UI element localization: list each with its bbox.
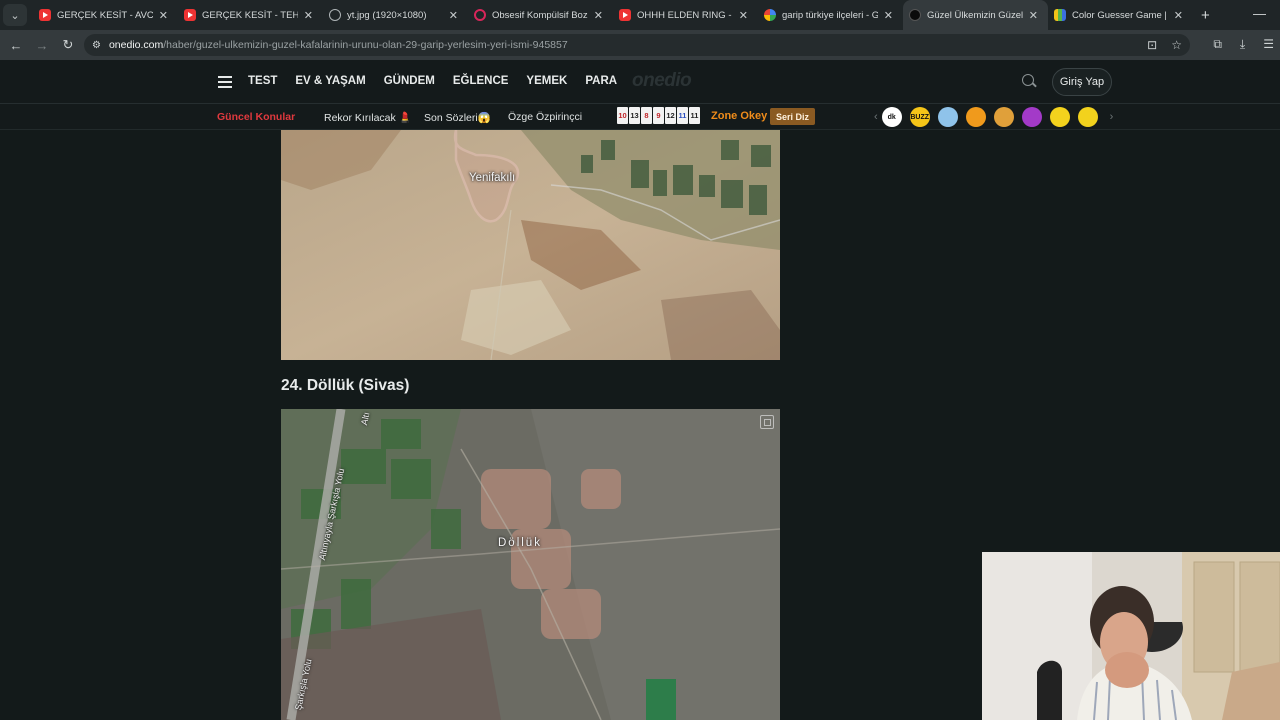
close-icon[interactable]: ✕ — [159, 9, 168, 22]
tab-title: yt.jpg (1920×1080) — [347, 9, 427, 21]
browser-tab-active[interactable]: Güzel Ülkemizin Güzel Ka ✕ — [903, 0, 1048, 30]
bookmark-star-icon[interactable]: ☆ — [1171, 38, 1182, 52]
site-header: TEST EV & YAŞAM GÜNDEM EĞLENCE YEMEK PAR… — [0, 60, 1280, 104]
close-icon[interactable]: ✕ — [739, 9, 748, 22]
badge-icon[interactable] — [937, 107, 958, 127]
nav-item-test[interactable]: TEST — [248, 75, 277, 87]
okey-tile: 9 — [653, 107, 664, 124]
menu-icon[interactable]: ☰ — [1263, 37, 1274, 52]
main-nav: TEST EV & YAŞAM GÜNDEM EĞLENCE YEMEK PAR… — [248, 75, 635, 87]
install-app-icon[interactable]: ⊡ — [1147, 38, 1157, 52]
close-icon[interactable]: ✕ — [1174, 9, 1183, 22]
globe-icon — [329, 9, 341, 21]
badge-icon[interactable] — [1021, 107, 1042, 127]
satellite-map-graphic — [281, 409, 780, 720]
okey-tile: 10 — [617, 107, 628, 124]
nav-item-gundem[interactable]: GÜNDEM — [384, 75, 435, 87]
browser-tab[interactable]: garip türkiye ilçeleri - Goo ✕ — [758, 1, 903, 29]
forward-icon[interactable]: → — [30, 38, 54, 53]
tab-strip: ⌄ GERÇEK KESİT - AVCI - You ✕ GERÇEK KESİ… — [0, 0, 1280, 30]
browser-tab[interactable]: GERÇEK KESİT - TEHLİKELİ ✕ — [178, 1, 323, 29]
okey-tile: 12 — [665, 107, 676, 124]
close-icon[interactable]: ✕ — [884, 9, 893, 22]
tab-title: Güzel Ülkemizin Güzel Ka — [927, 9, 1023, 21]
search-icon[interactable] — [1022, 74, 1034, 86]
badge-icon[interactable] — [1077, 107, 1098, 127]
login-button[interactable]: Giriş Yap — [1052, 68, 1112, 96]
topic-current[interactable]: Güncel Konular — [217, 111, 295, 123]
topic-item[interactable]: Rekor Kırılacak 💄 — [324, 111, 412, 124]
hamburger-menu-icon[interactable] — [218, 76, 232, 91]
okey-tile: 11 — [677, 107, 688, 124]
color-guesser-icon — [1054, 9, 1066, 21]
nav-item-yemek[interactable]: YEMEK — [526, 75, 567, 87]
badge-icon[interactable]: BUZZ — [909, 107, 930, 127]
close-icon[interactable]: ✕ — [449, 9, 458, 22]
okey-tile: 11 — [689, 107, 700, 124]
youtube-icon — [184, 9, 196, 21]
zone-okey-label[interactable]: Zone Okey — [711, 110, 767, 122]
topic-item[interactable]: Özge Özpirinçci — [508, 111, 582, 123]
map-place-label: Döllük — [498, 537, 542, 549]
browser-tab[interactable]: yt.jpg (1920×1080) ✕ — [323, 1, 468, 29]
topic-bar: Güncel Konular Rekor Kırılacak 💄 Son Söz… — [0, 104, 1280, 130]
url-path: /haber/guzel-ulkemizin-guzel-kafalarinin… — [163, 39, 568, 51]
okey-tile: 8 — [641, 107, 652, 124]
download-icon[interactable]: ⤓ — [1240, 37, 1245, 52]
browser-tab[interactable]: Color Guesser Game | Gu ✕ — [1048, 1, 1193, 29]
badge-icon[interactable] — [993, 107, 1014, 127]
browser-tab[interactable]: GERÇEK KESİT - AVCI - You ✕ — [33, 1, 178, 29]
article-heading: 24. Döllük (Sivas) — [281, 377, 410, 394]
site-info-icon[interactable]: ⚙ — [92, 40, 101, 51]
satellite-map-graphic — [281, 130, 780, 360]
okey-tile: 13 — [629, 107, 640, 124]
close-icon[interactable]: ✕ — [304, 9, 313, 22]
new-tab-button[interactable]: + — [1201, 7, 1210, 24]
tab-title: Color Guesser Game | Gu — [1072, 9, 1168, 21]
nav-item-para[interactable]: PARA — [585, 75, 617, 87]
url-host: onedio.com — [108, 39, 164, 51]
tab-search-button[interactable]: ⌄ — [3, 4, 27, 26]
site-logo[interactable]: onedio — [632, 70, 692, 92]
webcam-feed-image — [982, 552, 1280, 720]
tab-title: GERÇEK KESİT - TEHLİKELİ — [202, 9, 298, 21]
satellite-map-image[interactable]: Yenifakılı — [281, 130, 780, 360]
okey-tiles[interactable]: 10 13 8 9 12 11 11 — [617, 107, 700, 124]
youtube-icon — [39, 9, 51, 21]
tab-title: GERÇEK KESİT - AVCI - You — [57, 9, 153, 21]
seri-diz-button[interactable]: Seri Diz — [770, 108, 816, 125]
reload-icon[interactable]: ↻ — [56, 37, 80, 53]
youtube-icon — [619, 9, 631, 21]
badge-icon[interactable] — [965, 107, 986, 127]
tab-title: Obsesif Kompülsif Bozukl — [492, 9, 588, 21]
nav-item-ev-yasam[interactable]: EV & YAŞAM — [295, 75, 365, 87]
badge-icon[interactable] — [1049, 107, 1070, 127]
extensions-icon[interactable]: ⧉ — [1213, 37, 1222, 52]
google-icon — [764, 9, 776, 21]
onedio-icon — [909, 9, 921, 21]
webcam-overlay — [982, 552, 1280, 720]
badge-icon[interactable]: dk — [881, 107, 902, 127]
tab-title: garip türkiye ilçeleri - Goo — [782, 9, 878, 21]
satellite-map-image[interactable]: Döllük Altınyayla Şarkışla Yolu Şarkışla… — [281, 409, 780, 720]
minimize-icon[interactable]: — — [1253, 6, 1266, 21]
address-bar[interactable]: ⚙ onedio.com/haber/guzel-ulkemizin-guzel… — [84, 34, 1190, 56]
nav-item-eglence[interactable]: EĞLENCE — [453, 75, 509, 87]
chevron-right-icon[interactable]: › — [1110, 111, 1114, 123]
browser-tab[interactable]: OHHH ELDEN RING - You ✕ — [613, 1, 758, 29]
partner-badges: ‹ dk BUZZ › — [870, 107, 1117, 127]
back-icon[interactable]: ← — [4, 38, 28, 53]
close-icon[interactable]: ✕ — [1029, 9, 1038, 22]
browser-tab[interactable]: Obsesif Kompülsif Bozukl ✕ — [468, 1, 613, 29]
close-icon[interactable]: ✕ — [594, 9, 603, 22]
browser-toolbar: ← → ↻ ⚙ onedio.com/haber/guzel-ulkemizin… — [0, 30, 1280, 60]
tab-title: OHHH ELDEN RING - You — [637, 9, 733, 21]
chevron-left-icon[interactable]: ‹ — [874, 111, 878, 123]
map-place-label: Yenifakılı — [469, 172, 516, 184]
topic-item[interactable]: Son Sözleri😱 — [424, 111, 491, 124]
expand-icon[interactable] — [760, 415, 774, 429]
obsesif-icon — [474, 9, 486, 21]
